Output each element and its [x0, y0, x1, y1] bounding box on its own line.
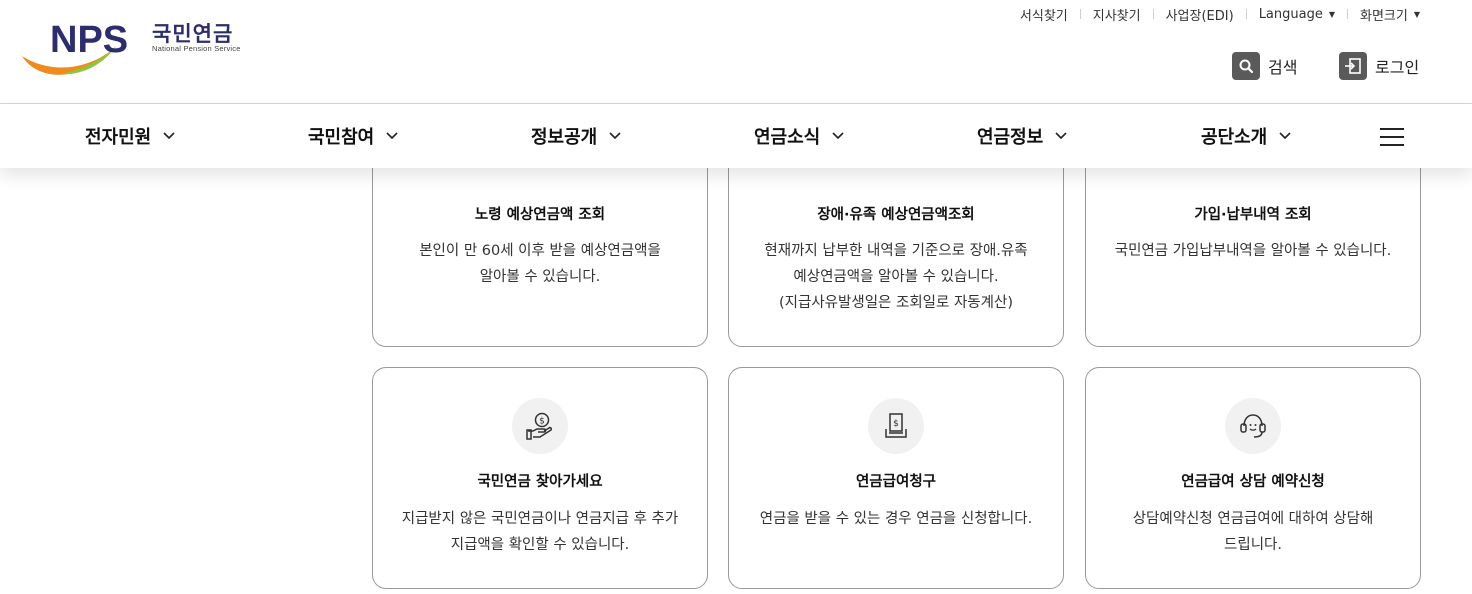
card-desc-line: 지급액을 확인할 수 있습니다. [450, 537, 630, 553]
nav-menu-participation[interactable]: 국민참여 [308, 104, 398, 168]
card-description: 상담예약신청 연금급여에 대하여 상담해 드립니다. [1098, 506, 1408, 558]
nav-menu-disclosure[interactable]: 정보공개 [531, 104, 621, 168]
search-icon [1232, 52, 1260, 80]
login-icon [1339, 52, 1367, 80]
utility-edi-label: 사업장(EDI) [1165, 8, 1234, 24]
nps-logo[interactable]: NPS 국민연금 National Pension Service [20, 16, 260, 82]
chevron-down-icon [1279, 132, 1291, 140]
logo-mark-text: NPS [50, 19, 128, 61]
card-desc-line: 드립니다. [1224, 537, 1282, 553]
svg-text:$: $ [539, 417, 545, 427]
card-description: 연금을 받을 수 있는 경우 연금을 신청합니다. [741, 506, 1051, 532]
search-label: 검색 [1268, 58, 1298, 77]
nav-menu-label: 국민참여 [308, 127, 375, 148]
card-desc-line: 본인이 만 60세 이후 받을 예상연금액을 [419, 243, 661, 259]
hamburger-menu-icon[interactable] [1380, 128, 1404, 146]
card-description: 현재까지 납부한 내역을 기준으로 장애.유족 예상연금액을 알아볼 수 있습니… [741, 238, 1051, 316]
nav-menu-about[interactable]: 공단소개 [1201, 104, 1291, 168]
login-button[interactable]: 로그인 [1339, 52, 1419, 80]
utility-edi-link[interactable]: 사업장(EDI) [1166, 5, 1234, 24]
chevron-down-icon [1055, 132, 1067, 140]
document-tray-icon: $ [868, 398, 924, 454]
nav-menu-label: 전자민원 [85, 127, 152, 148]
language-label: Language [1258, 6, 1323, 22]
divider [1079, 9, 1081, 19]
nav-menu-e-civil[interactable]: 전자민원 [85, 104, 175, 168]
card-description: 지급받지 않은 국민연금이나 연금지급 후 추가 지급액을 확인할 수 있습니다… [385, 506, 695, 558]
nav-menu-label: 정보공개 [531, 127, 598, 148]
utility-branches-label: 지사찾기 [1092, 8, 1141, 24]
hand-coin-icon: $ [512, 398, 568, 454]
card-title: 노령 예상연금액 조회 [474, 207, 606, 223]
card-desc-line: (지급사유발생일은 조회일로 자동계산) [779, 295, 1013, 311]
utility-forms-link[interactable]: 서식찾기 [1020, 5, 1068, 24]
language-dropdown[interactable]: Language ▼ [1259, 7, 1335, 22]
card-title: 국민연금 찾아가세요 [477, 474, 603, 490]
card-title: 장애·유족 예상연금액조회 [817, 207, 975, 223]
caret-down-icon: ▼ [1328, 9, 1335, 19]
utility-branches-link[interactable]: 지사찾기 [1093, 5, 1141, 24]
screen-size-label: 화면크기 [1360, 8, 1408, 24]
caret-down-icon: ▼ [1413, 9, 1420, 19]
card-title: 연금급여청구 [855, 474, 937, 490]
card-desc-line: 국민연금 가입납부내역을 알아볼 수 있습니다. [1114, 243, 1392, 259]
card-desc-line: 현재까지 납부한 내역을 기준으로 장애.유족 [764, 243, 1028, 259]
utility-forms-label: 서식찾기 [1019, 8, 1068, 24]
card-description: 국민연금 가입납부내역을 알아볼 수 있습니다. [1098, 238, 1408, 264]
headset-icon [1225, 398, 1281, 454]
chevron-down-icon [609, 132, 621, 140]
nav-menu-pension-info[interactable]: 연금정보 [977, 104, 1067, 168]
screen-size-dropdown[interactable]: 화면크기 ▼ [1360, 5, 1420, 24]
logo-name-en: National Pension Service [152, 44, 241, 53]
card-desc-line: 연금을 받을 수 있는 경우 연금을 신청합니다. [759, 511, 1033, 527]
site-header: NPS 국민연금 National Pension Service 서식찾기 지… [0, 0, 1472, 104]
nav-menu-label: 연금소식 [754, 127, 821, 148]
chevron-down-icon [832, 132, 844, 140]
card-desc-line: 지급받지 않은 국민연금이나 연금지급 후 추가 [401, 511, 679, 527]
divider [1152, 9, 1154, 19]
nav-menu-news[interactable]: 연금소식 [754, 104, 844, 168]
card-desc-line: 상담예약신청 연금급여에 대하여 상담해 [1132, 511, 1374, 527]
service-card-benefit-claim[interactable]: $ 연금급여청구 연금을 받을 수 있는 경우 연금을 신청합니다. [728, 367, 1064, 589]
nav-menu-label: 연금정보 [977, 127, 1044, 148]
service-card-consultation-booking[interactable]: 연금급여 상담 예약신청 상담예약신청 연금급여에 대하여 상담해 드립니다. [1085, 367, 1421, 589]
divider [1245, 9, 1247, 19]
chevron-down-icon [386, 132, 398, 140]
card-title: 연금급여 상담 예약신청 [1181, 474, 1325, 490]
main-navigation: 전자민원 국민참여 정보공개 연금소식 연금정보 공단소개 [0, 104, 1472, 168]
svg-text:$: $ [893, 419, 899, 429]
card-desc-line: 예상연금액을 알아볼 수 있습니다. [793, 269, 999, 285]
login-label: 로그인 [1375, 58, 1420, 77]
nps-logo-mark: NPS [22, 19, 128, 75]
nav-menu-label: 공단소개 [1201, 127, 1268, 148]
card-desc-line: 알아볼 수 있습니다. [479, 269, 601, 285]
divider [1347, 9, 1348, 19]
utility-menu: 서식찾기 지사찾기 사업장(EDI) Language ▼ 화면크기 ▼ [1020, 5, 1420, 24]
card-description: 본인이 만 60세 이후 받을 예상연금액을 알아볼 수 있습니다. [385, 238, 695, 290]
service-card-find-pension[interactable]: $ 국민연금 찾아가세요 지급받지 않은 국민연금이나 연금지급 후 추가 지급… [372, 367, 708, 589]
card-title: 가입·납부내역 조회 [1194, 207, 1312, 223]
chevron-down-icon [163, 132, 175, 140]
search-button[interactable]: 검색 [1232, 52, 1297, 80]
